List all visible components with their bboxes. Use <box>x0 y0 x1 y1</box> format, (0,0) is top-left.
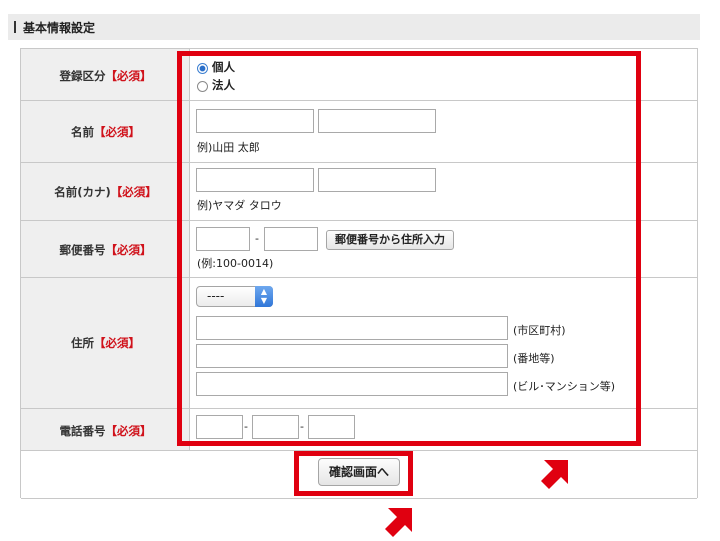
field-label: 住所【必須】 <box>21 335 190 351</box>
section-header-bar <box>14 21 16 33</box>
phone-third-input[interactable] <box>308 415 355 439</box>
form-row-phone: 電話番号【必須】 <box>21 409 697 451</box>
label-cell: 名前【必須】 <box>21 101 190 162</box>
first-name-kana-input[interactable] <box>318 168 436 192</box>
field-label-text: 郵便番号 <box>59 243 106 257</box>
field-label-text: 名前 <box>71 125 94 139</box>
prefecture-select[interactable]: ---- ▲ ▼ <box>196 286 273 307</box>
section-title: 基本情報設定 <box>23 21 96 35</box>
label-cell: 郵便番号【必須】 <box>21 221 190 277</box>
field-label-text: 住所 <box>71 336 94 350</box>
last-name-input[interactable] <box>196 109 314 133</box>
building-label: (ビル･マンション等) <box>513 380 616 393</box>
first-name-input[interactable] <box>318 109 436 133</box>
required-mark: 【必須】 <box>94 336 140 350</box>
required-mark: 【必須】 <box>105 424 152 438</box>
radio-corporation[interactable] <box>197 81 208 92</box>
required-mark: 【必須】 <box>105 69 152 83</box>
form-row-registration-type: 登録区分【必須】 <box>21 49 697 101</box>
field-label: 登録区分【必須】 <box>21 68 190 84</box>
phone-separator: - <box>300 420 304 433</box>
arrow-pointer-icon <box>541 460 568 489</box>
postal-code-second-input[interactable] <box>264 227 318 251</box>
label-cell: 名前(カナ)【必須】 <box>21 163 190 220</box>
phone-separator: - <box>244 420 248 433</box>
field-label: 郵便番号【必須】 <box>21 242 190 258</box>
field-label: 電話番号【必須】 <box>21 423 190 439</box>
required-mark: 【必須】 <box>105 243 152 257</box>
city-label: (市区町村) <box>513 324 566 337</box>
field-label-text: 名前(カナ) <box>54 185 111 199</box>
required-mark: 【必須】 <box>94 125 140 139</box>
name-example: 例)山田 太郎 <box>197 141 260 154</box>
section-header: 基本情報設定 <box>8 14 700 40</box>
postal-lookup-button[interactable]: 郵便番号から住所入力 <box>326 230 454 250</box>
name-kana-example: 例)ヤマダ タロウ <box>197 199 282 212</box>
label-cell: 電話番号【必須】 <box>21 409 190 450</box>
label-cell: 登録区分【必須】 <box>21 49 190 100</box>
arrow-pointer-icon <box>385 508 412 537</box>
phone-second-input[interactable] <box>252 415 299 439</box>
prefecture-select-value: ---- <box>207 289 225 303</box>
last-name-kana-input[interactable] <box>196 168 314 192</box>
street-input[interactable] <box>196 344 508 368</box>
field-label-text: 登録区分 <box>59 69 106 83</box>
radio-individual[interactable] <box>197 63 208 74</box>
radio-corporation-label[interactable]: 法人 <box>212 77 235 93</box>
city-input[interactable] <box>196 316 508 340</box>
required-mark: 【必須】 <box>110 185 157 199</box>
field-label: 名前(カナ)【必須】 <box>21 184 190 200</box>
select-arrows-icon: ▲ ▼ <box>255 286 273 307</box>
field-label: 名前【必須】 <box>21 124 190 140</box>
building-input[interactable] <box>196 372 508 396</box>
postal-code-separator: - <box>255 232 259 245</box>
phone-first-input[interactable] <box>196 415 243 439</box>
street-label: (番地等) <box>513 352 555 365</box>
radio-individual-label[interactable]: 個人 <box>212 59 235 75</box>
field-label-text: 電話番号 <box>59 424 106 438</box>
label-cell: 住所【必須】 <box>21 278 190 408</box>
postal-code-example: (例:100-0014) <box>197 257 274 270</box>
postal-code-first-input[interactable] <box>196 227 250 251</box>
confirm-button[interactable]: 確認画面へ <box>318 458 400 486</box>
